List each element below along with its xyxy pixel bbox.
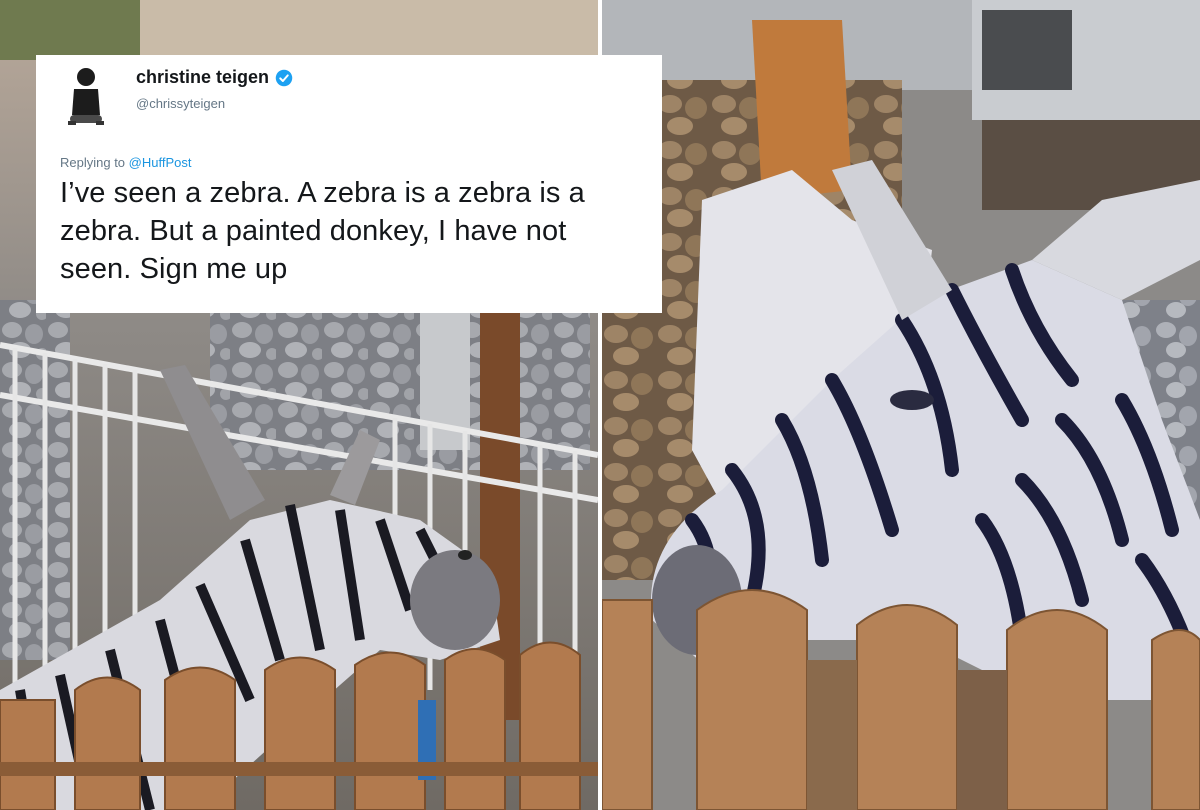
photo-right-scene (602, 0, 1200, 810)
user-handle[interactable]: @chrissyteigen (136, 96, 293, 111)
replying-to: Replying to @HuffPost (60, 155, 640, 170)
photo-right (602, 0, 1200, 810)
tweet-author: christine teigen @chrissyteigen (136, 65, 293, 111)
tweet-text: I’ve seen a zebra. A zebra is a zebra is… (60, 177, 585, 285)
avatar-image (60, 65, 112, 131)
tweet-header: christine teigen @chrissyteigen (60, 65, 640, 145)
avatar[interactable] (60, 65, 112, 131)
reply-mention-link[interactable]: @HuffPost (129, 155, 192, 170)
replying-prefix: Replying to (60, 155, 126, 170)
display-name[interactable]: christine teigen (136, 67, 269, 88)
tweet-card: christine teigen @chrissyteigen Replying… (36, 55, 662, 313)
verified-badge-icon (275, 69, 293, 86)
